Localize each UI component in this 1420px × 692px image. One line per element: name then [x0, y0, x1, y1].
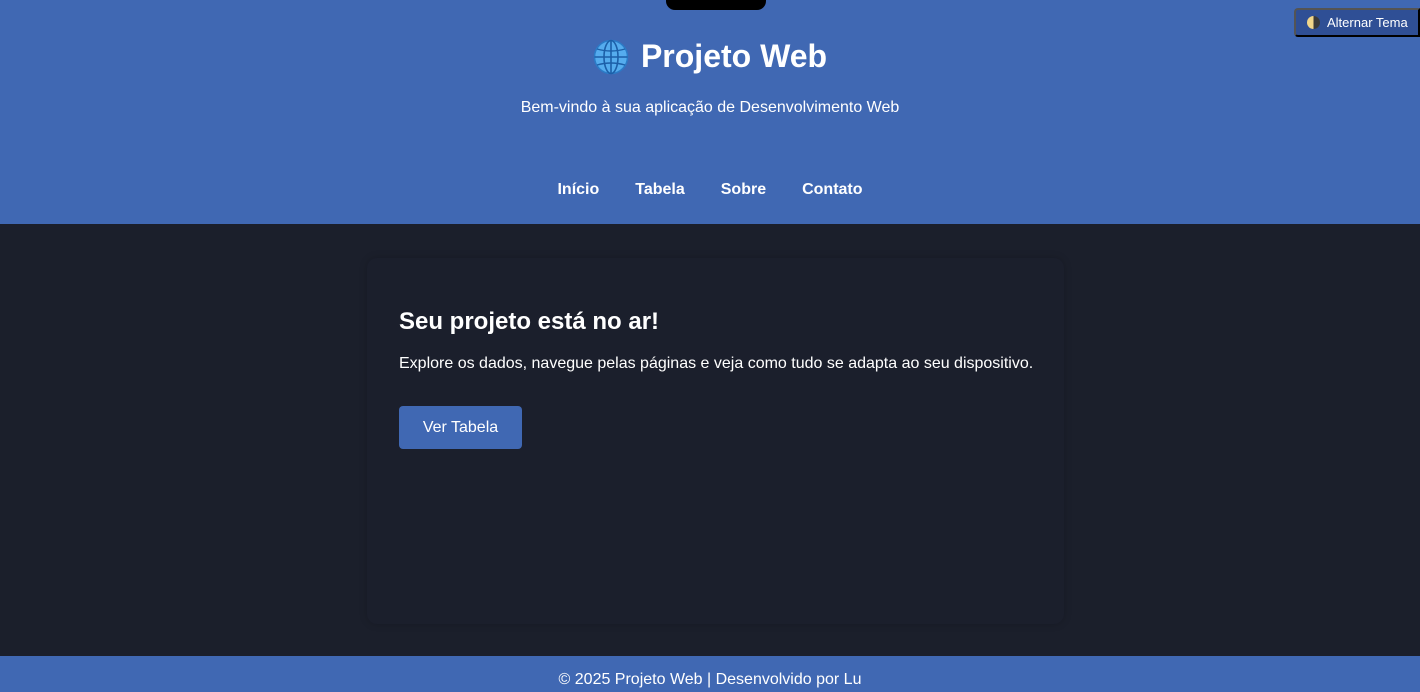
- hero-description: Explore os dados, navegue pelas páginas …: [399, 355, 1034, 372]
- theme-toggle-label: Alternar Tema: [1327, 15, 1408, 30]
- globe-icon: [593, 39, 629, 75]
- page-subtitle: Bem-vindo à sua aplicação de Desenvolvim…: [520, 99, 900, 116]
- view-table-button[interactable]: Ver Tabela: [399, 406, 522, 449]
- camera-notch: [666, 0, 766, 10]
- site-header: Alternar Tema Projeto Web Bem-vindo à su…: [0, 0, 1420, 224]
- hero-card: Seu projeto está no ar! Explore os dados…: [367, 258, 1064, 624]
- nav-item-contato[interactable]: Contato: [802, 181, 862, 199]
- page-title-text: Projeto Web: [640, 38, 828, 74]
- theme-toggle-button[interactable]: Alternar Tema: [1294, 8, 1420, 37]
- nav-item-tabela[interactable]: Tabela: [635, 181, 685, 199]
- half-moon-icon: [1307, 16, 1320, 29]
- site-footer: © 2025 Projeto Web | Desenvolvido por Lu: [0, 656, 1420, 692]
- main-nav: Início Tabela Sobre Contato: [0, 181, 1420, 199]
- hero-heading: Seu projeto está no ar!: [399, 308, 660, 335]
- page-title: Projeto Web: [0, 38, 1420, 75]
- footer-text: © 2025 Projeto Web | Desenvolvido por Lu: [558, 671, 862, 688]
- nav-item-sobre[interactable]: Sobre: [721, 181, 766, 199]
- nav-item-inicio[interactable]: Início: [557, 181, 599, 199]
